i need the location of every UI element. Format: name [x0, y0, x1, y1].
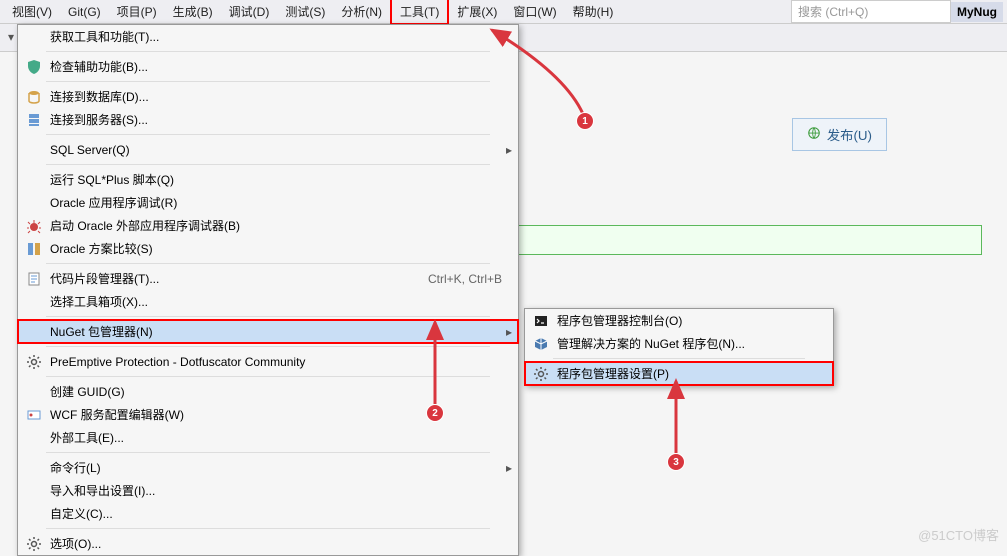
- menu-item[interactable]: 选项(O)...: [18, 532, 518, 555]
- menu-分析[interactable]: 分析(N): [333, 0, 390, 23]
- menu-项目[interactable]: 项目(P): [109, 0, 165, 23]
- project-label: MyNug: [951, 2, 1003, 22]
- menu-item[interactable]: 启动 Oracle 外部应用程序调试器(B): [18, 214, 518, 237]
- console-icon: [529, 313, 553, 329]
- separator: [46, 164, 490, 165]
- menu-item-label: 命令行(L): [46, 459, 510, 476]
- menu-item-label: 程序包管理器控制台(O): [553, 312, 825, 329]
- menu-item[interactable]: SQL Server(Q)▸: [18, 138, 518, 161]
- menu-item[interactable]: 程序包管理器控制台(O): [525, 309, 833, 332]
- menu-item-label: 获取工具和功能(T)...: [46, 28, 510, 45]
- publish-label: 发布(U): [827, 125, 872, 144]
- compare-icon: [22, 241, 46, 257]
- menu-item[interactable]: 外部工具(E)...: [18, 426, 518, 449]
- separator: [46, 134, 490, 135]
- chevron-right-icon: ▸: [506, 461, 512, 475]
- menu-视图[interactable]: 视图(V): [4, 0, 60, 23]
- gear-icon: [529, 366, 553, 382]
- server-icon: [22, 112, 46, 128]
- menu-item[interactable]: 导入和导出设置(I)...: [18, 479, 518, 502]
- menu-生成[interactable]: 生成(B): [165, 0, 221, 23]
- separator: [46, 263, 490, 264]
- annotation-badge-1: 1: [576, 112, 594, 130]
- menu-测试[interactable]: 测试(S): [277, 0, 333, 23]
- menu-item-label: 管理解决方案的 NuGet 程序包(N)...: [553, 335, 825, 352]
- globe-icon: [807, 126, 821, 143]
- wcf-icon: [22, 407, 46, 423]
- pkg-icon: [529, 336, 553, 352]
- menu-item-label: 运行 SQL*Plus 脚本(Q): [46, 171, 510, 188]
- menu-item[interactable]: 连接到服务器(S)...: [18, 108, 518, 131]
- menubar: 视图(V)Git(G)项目(P)生成(B)调试(D)测试(S)分析(N)工具(T…: [0, 0, 1007, 24]
- chevron-right-icon: ▸: [506, 143, 512, 157]
- menu-git[interactable]: Git(G): [60, 2, 109, 22]
- menu-item[interactable]: 检查辅助功能(B)...: [18, 55, 518, 78]
- menu-item-label: 外部工具(E)...: [46, 429, 510, 446]
- watermark: @51CTO博客: [918, 525, 999, 544]
- separator: [553, 358, 805, 359]
- menu-扩展[interactable]: 扩展(X): [449, 0, 505, 23]
- menu-item-label: 启动 Oracle 外部应用程序调试器(B): [46, 217, 510, 234]
- publish-button[interactable]: 发布(U): [792, 118, 887, 151]
- db-icon: [22, 89, 46, 105]
- menu-调试[interactable]: 调试(D): [221, 0, 278, 23]
- menu-item-label: 连接到服务器(S)...: [46, 111, 510, 128]
- menu-item[interactable]: 代码片段管理器(T)...Ctrl+K, Ctrl+B: [18, 267, 518, 290]
- menu-item-label: Oracle 方案比较(S): [46, 240, 510, 257]
- separator: [46, 528, 490, 529]
- menu-item[interactable]: 自定义(C)...: [18, 502, 518, 525]
- menu-item[interactable]: 管理解决方案的 NuGet 程序包(N)...: [525, 332, 833, 355]
- menu-item-label: 选择工具箱项(X)...: [46, 293, 510, 310]
- menu-item[interactable]: 命令行(L)▸: [18, 456, 518, 479]
- snippet-icon: [22, 271, 46, 287]
- menu-item-label: 连接到数据库(D)...: [46, 88, 510, 105]
- chevron-right-icon: ▸: [506, 325, 512, 339]
- menu-工具[interactable]: 工具(T): [390, 0, 449, 25]
- shortcut-label: Ctrl+K, Ctrl+B: [428, 272, 510, 286]
- separator: [46, 51, 490, 52]
- menu-item-label: 检查辅助功能(B)...: [46, 58, 510, 75]
- tools-dropdown: 获取工具和功能(T)... 检查辅助功能(B)... 连接到数据库(D)... 连接到…: [17, 24, 519, 556]
- menu-item-label: 代码片段管理器(T)...: [46, 270, 428, 287]
- bug-icon: [22, 218, 46, 234]
- menu-item-label: 选项(O)...: [46, 535, 510, 552]
- menu-item[interactable]: 运行 SQL*Plus 脚本(Q): [18, 168, 518, 191]
- separator: [46, 452, 490, 453]
- shield-icon: [22, 59, 46, 75]
- menu-item[interactable]: 获取工具和功能(T)...: [18, 25, 518, 48]
- annotation-badge-3: 3: [667, 453, 685, 471]
- menu-item-label: Oracle 应用程序调试(R): [46, 194, 510, 211]
- menu-item-label: SQL Server(Q): [46, 143, 510, 157]
- menu-item[interactable]: Oracle 应用程序调试(R): [18, 191, 518, 214]
- separator: [46, 81, 490, 82]
- menu-窗口[interactable]: 窗口(W): [505, 0, 564, 23]
- menu-item[interactable]: Oracle 方案比较(S): [18, 237, 518, 260]
- menu-item-label: 导入和导出设置(I)...: [46, 482, 510, 499]
- gear-icon: [22, 536, 46, 552]
- annotation-badge-2: 2: [426, 404, 444, 422]
- menu-item[interactable]: 连接到数据库(D)...: [18, 85, 518, 108]
- menu-item-label: 自定义(C)...: [46, 505, 510, 522]
- search-input[interactable]: 搜索 (Ctrl+Q): [791, 0, 951, 23]
- menu-帮助[interactable]: 帮助(H): [565, 0, 622, 23]
- menu-item[interactable]: 选择工具箱项(X)...: [18, 290, 518, 313]
- gear-icon: [22, 354, 46, 370]
